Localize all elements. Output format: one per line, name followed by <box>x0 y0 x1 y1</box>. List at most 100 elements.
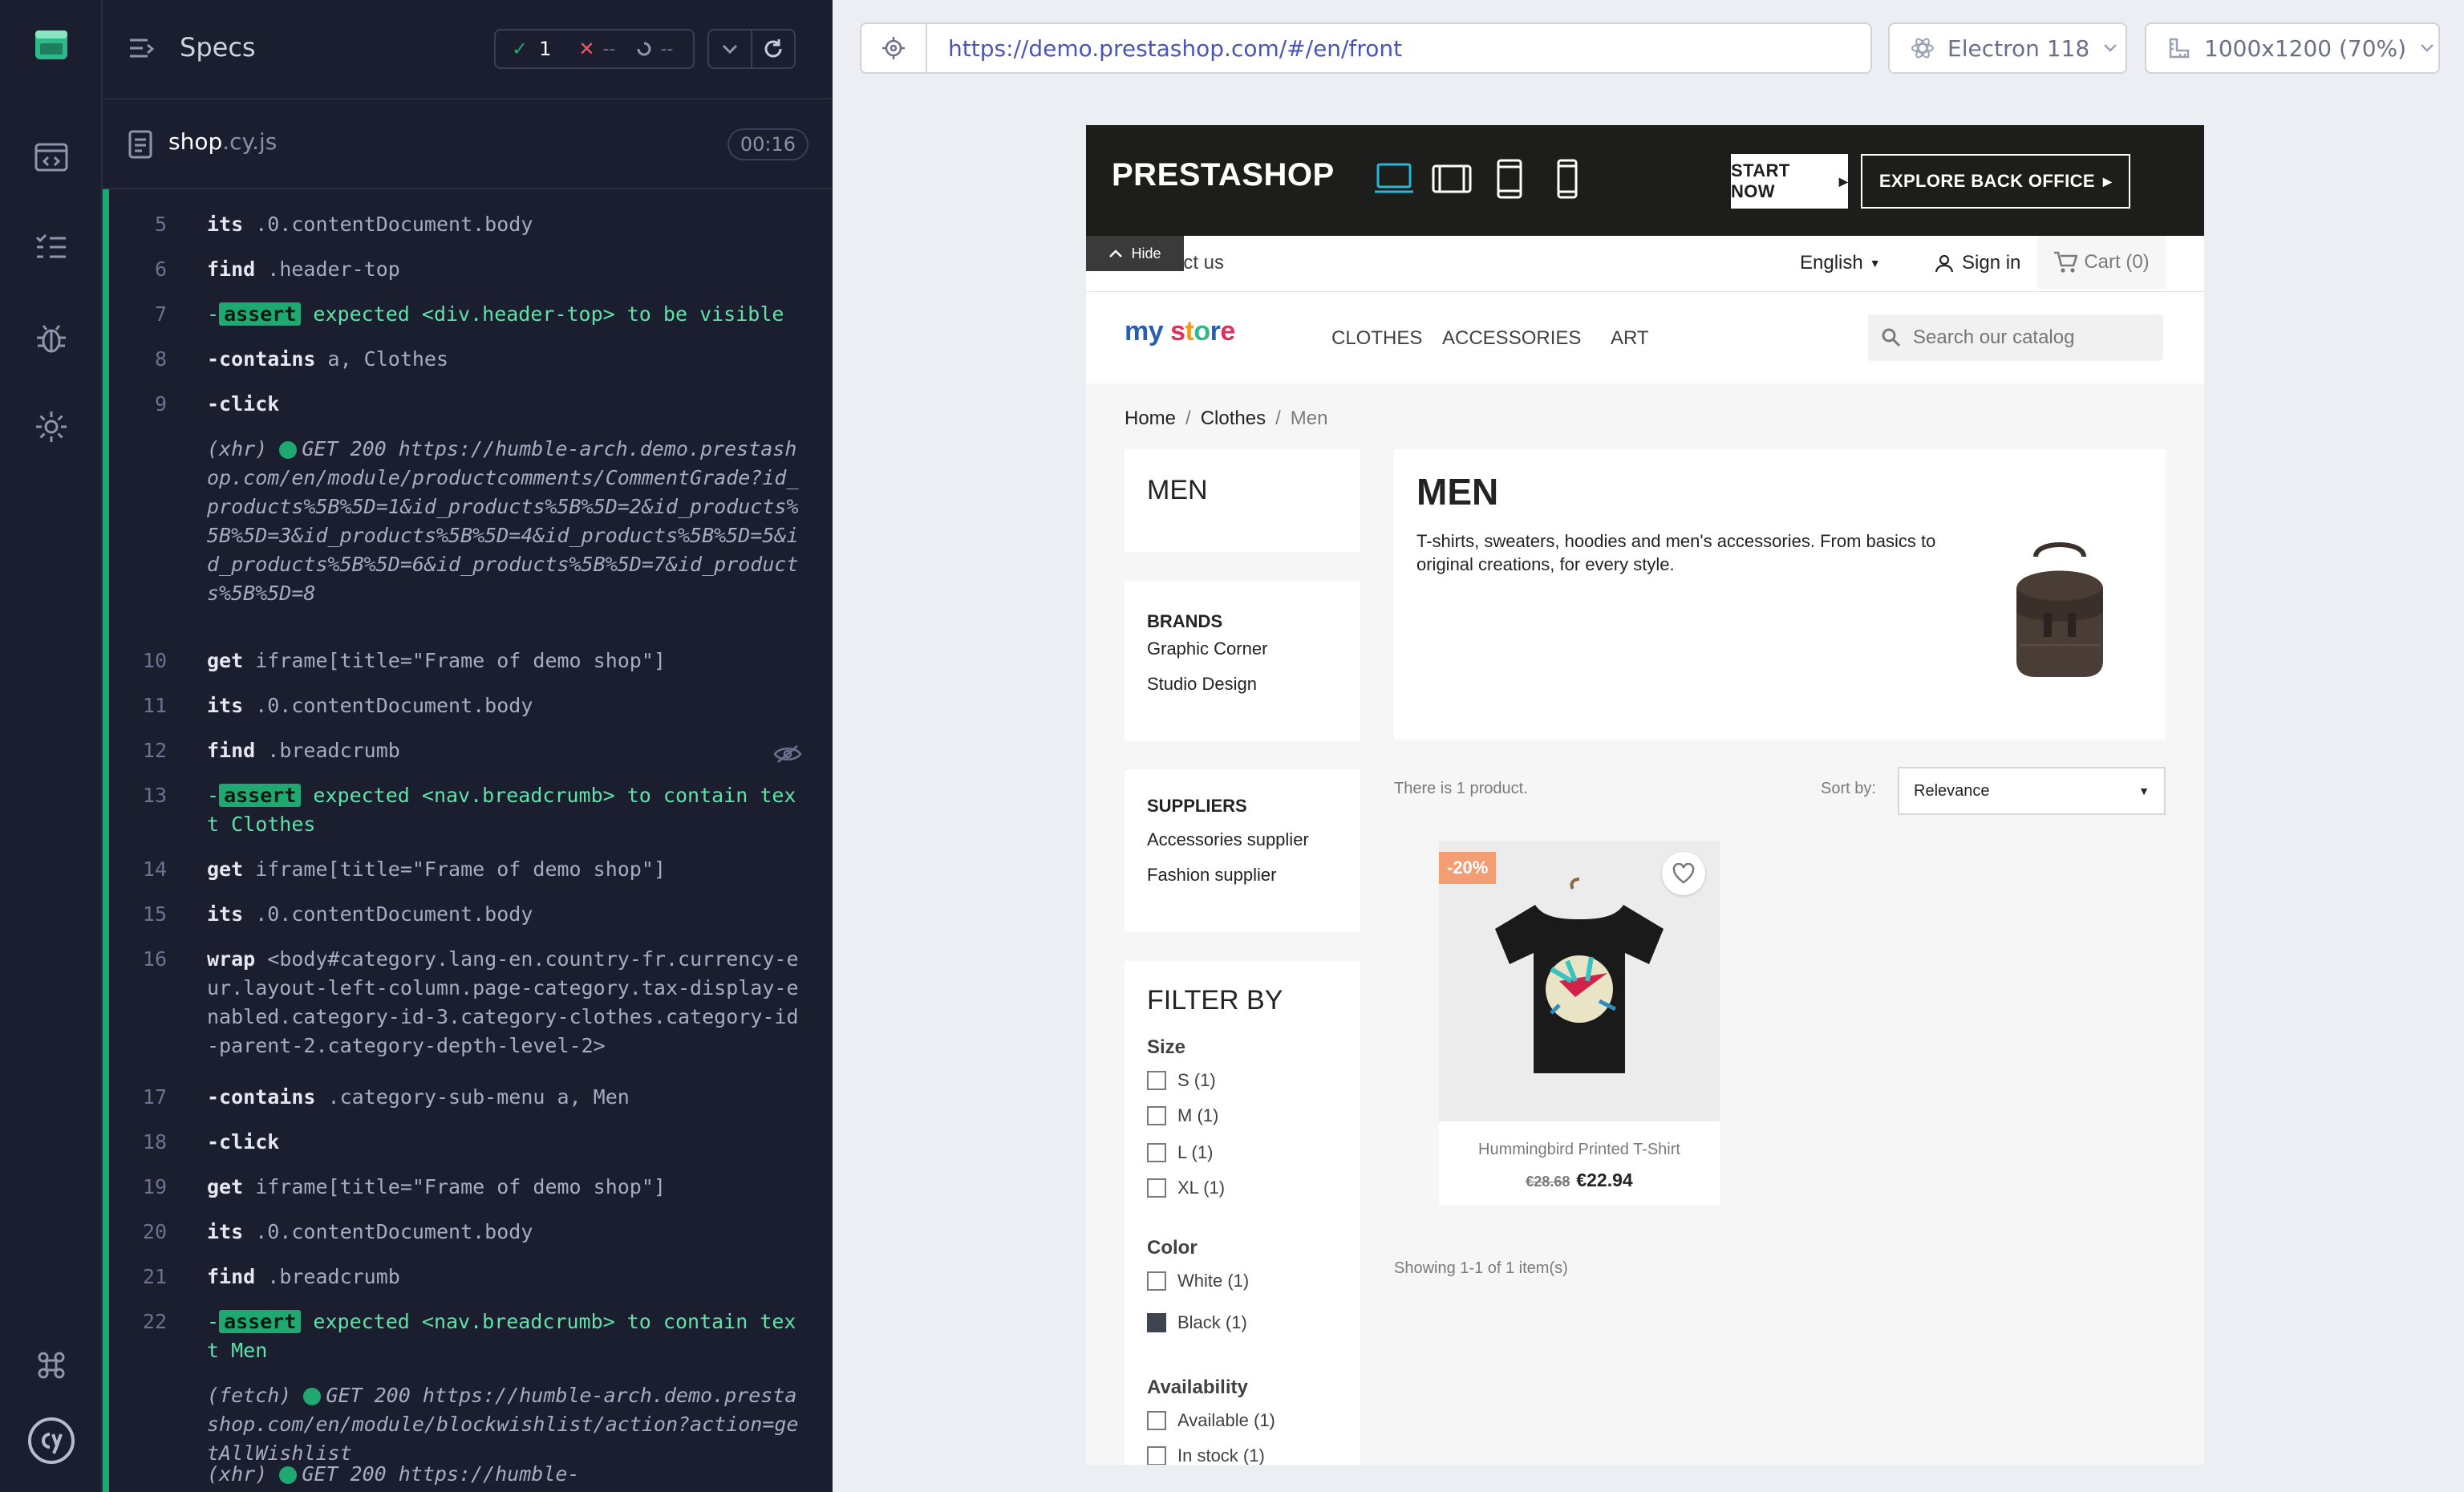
category-header: MEN T-shirts, sweaters, hoodies and men'… <box>1394 449 2166 740</box>
cart-button[interactable]: Cart (0) <box>2037 236 2166 289</box>
suppliers-title: SUPPLIERS <box>1147 796 1247 816</box>
status-dot-icon <box>303 1388 322 1405</box>
specs-list-icon[interactable] <box>128 37 156 61</box>
command-content: its .0.contentDocument.body <box>207 210 800 239</box>
collapse-toggle-button[interactable] <box>715 34 744 63</box>
command-content: its .0.contentDocument.body <box>207 900 800 929</box>
checkbox[interactable] <box>1147 1411 1166 1430</box>
sort-dropdown[interactable]: Relevance ▼ <box>1898 767 2166 815</box>
pass-indicator-stripe <box>103 189 109 1492</box>
aut-url[interactable]: https://demo.prestashop.com/#/en/front <box>948 35 1402 62</box>
nav-accessories-link[interactable]: ACCESSORIES <box>1442 327 1581 350</box>
spec-basename: shop <box>168 128 223 155</box>
facet-size-s[interactable]: S (1) <box>1147 1070 1216 1091</box>
cypress-logo-icon[interactable] <box>27 1417 75 1465</box>
ruler-icon <box>2167 36 2191 60</box>
tablet-portrait-icon[interactable] <box>1487 157 1532 201</box>
facet-label: White (1) <box>1177 1271 1250 1291</box>
checkbox[interactable] <box>1147 1071 1166 1090</box>
user-icon <box>1935 253 1954 273</box>
viewport-selector[interactable]: 1000x1200 (70%) <box>2145 22 2440 74</box>
command-message: .breadcrumb <box>255 1265 400 1288</box>
facet-color-black[interactable]: Black (1) <box>1147 1312 1247 1333</box>
product-count: There is 1 product. <box>1394 780 1528 797</box>
supplier-link[interactable]: Fashion supplier <box>1147 865 1276 886</box>
spec-filename[interactable]: shop.cy.js <box>168 128 277 155</box>
sign-in-link[interactable]: Sign in <box>1935 252 2020 274</box>
sort-value: Relevance <box>1914 781 1990 800</box>
failed-count: -- <box>602 39 616 59</box>
desktop-view-icon[interactable] <box>1372 157 1416 201</box>
sign-in-label: Sign in <box>1962 252 2021 274</box>
command-number: 7 <box>154 302 167 326</box>
selector-playground-button[interactable] <box>861 24 927 72</box>
nav-art-link[interactable]: ART <box>1611 327 1649 350</box>
command-content: get iframe[title="Frame of demo shop"] <box>207 647 800 675</box>
command-message: .0.contentDocument.body <box>243 694 533 717</box>
search-widget <box>1868 314 2163 361</box>
store-logo[interactable]: my store <box>1125 316 1235 347</box>
facet-size-xl[interactable]: XL (1) <box>1147 1178 1225 1198</box>
breadcrumb-home[interactable]: Home <box>1125 407 1176 430</box>
category-tree-title[interactable]: MEN <box>1147 475 1208 506</box>
command-content: wrap <body#category.lang-en.country-fr.c… <box>207 945 800 1060</box>
keyboard-shortcuts-icon[interactable] <box>27 1341 75 1389</box>
command-message: iframe[title="Frame of demo shop"] <box>243 649 666 672</box>
hide-banner-button[interactable]: Hide <box>1086 236 1184 271</box>
command-message: .0.contentDocument.body <box>243 902 533 926</box>
specs-nav-icon[interactable] <box>27 133 75 181</box>
mobile-view-icon[interactable] <box>1545 157 1590 201</box>
explore-back-office-button[interactable]: EXPLORE BACK OFFICE ▶ <box>1861 154 2130 209</box>
command-number: 12 <box>142 739 167 762</box>
command-number: 9 <box>154 392 167 416</box>
settings-nav-icon[interactable] <box>27 403 75 451</box>
rerun-tests-button[interactable] <box>759 34 788 63</box>
spec-extension: .cy.js <box>222 128 278 155</box>
app-logo-icon[interactable] <box>27 21 75 69</box>
facet-in-stock[interactable]: In stock (1) <box>1147 1445 1265 1465</box>
command-number: 20 <box>142 1220 167 1243</box>
facet-size-m[interactable]: M (1) <box>1147 1105 1218 1126</box>
product-price: €28.68 €22.94 <box>1439 1170 1720 1191</box>
reporter-controls <box>707 29 796 69</box>
color-swatch[interactable] <box>1147 1271 1166 1291</box>
brand-link[interactable]: Graphic Corner <box>1147 639 1267 659</box>
breadcrumb-clothes[interactable]: Clothes <box>1201 407 1266 430</box>
supplier-link[interactable]: Accessories supplier <box>1147 829 1309 850</box>
hide-label: Hide <box>1131 245 1161 262</box>
command-name: wrap <box>207 947 256 971</box>
checkbox[interactable] <box>1147 1446 1166 1465</box>
command-name: its <box>207 694 244 717</box>
heart-icon <box>1672 863 1695 884</box>
color-swatch[interactable] <box>1147 1313 1166 1332</box>
facet-size-l[interactable]: L (1) <box>1147 1142 1213 1163</box>
command-list: 5 its .0.contentDocument.body 6 find .heade… <box>103 189 833 1492</box>
browser-selector[interactable]: Electron 118 <box>1888 22 2127 74</box>
tablet-landscape-icon[interactable] <box>1429 157 1474 201</box>
command-content: -click <box>207 1128 800 1157</box>
nav-clothes-link[interactable]: CLOTHES <box>1331 327 1422 350</box>
brand-link[interactable]: Studio Design <box>1147 674 1257 695</box>
checkbox[interactable] <box>1147 1178 1166 1198</box>
wishlist-button[interactable] <box>1662 852 1705 895</box>
nested-dash: - <box>207 1310 220 1333</box>
search-input[interactable] <box>1913 321 2154 355</box>
checkbox[interactable] <box>1147 1106 1166 1125</box>
command-content: -contains .category-sub-menu a, Men <box>207 1083 800 1112</box>
debug-nav-icon[interactable] <box>27 314 75 363</box>
runs-nav-icon[interactable] <box>27 223 75 271</box>
caret-down-icon: ▼ <box>1869 257 1881 270</box>
command-number: 17 <box>142 1085 167 1109</box>
product-title[interactable]: Hummingbird Printed T-Shirt <box>1439 1141 1720 1159</box>
command-number: 8 <box>154 347 167 371</box>
facet-label: Available (1) <box>1177 1410 1275 1430</box>
facet-color-white[interactable]: White (1) <box>1147 1271 1249 1291</box>
checkbox[interactable] <box>1147 1143 1166 1162</box>
product-miniature[interactable]: -20% Hummingbird Printed T-Shirt €28.68 … <box>1439 841 1720 1205</box>
request-url: GET 200 https://humble- <box>302 1462 580 1486</box>
start-now-button[interactable]: START NOW ▶ <box>1731 154 1848 209</box>
language-selector[interactable]: English ▼ <box>1800 252 1881 274</box>
facet-available[interactable]: Available (1) <box>1147 1410 1275 1431</box>
facet-label: In stock (1) <box>1177 1445 1265 1465</box>
reporter-title[interactable]: Specs <box>180 32 256 63</box>
